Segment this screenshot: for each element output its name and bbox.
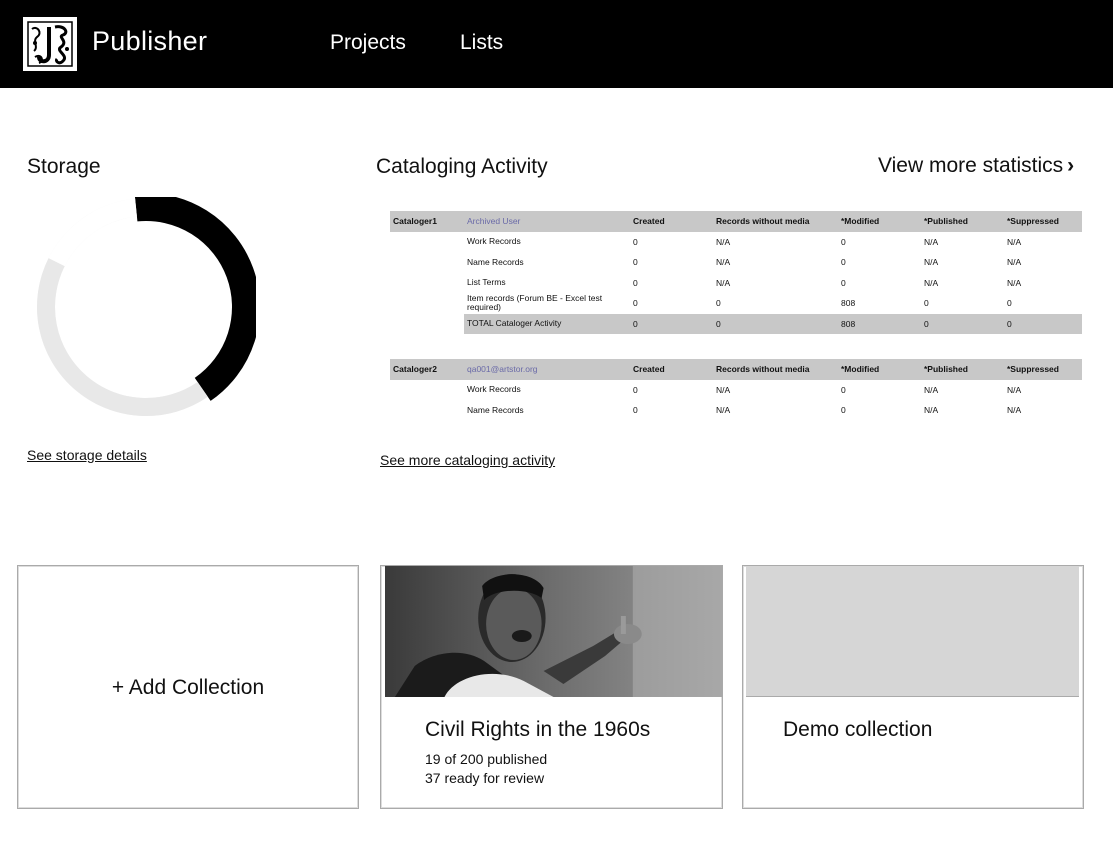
cataloger2-activity-table: Cataloger2 qa001@artstor.org Created Rec… (390, 359, 1082, 421)
table-cell: N/A (1007, 277, 1022, 288)
table-cell: 0 (633, 236, 638, 247)
table-row: Item records (Forum BE - Excel test requ… (390, 293, 1082, 314)
table-cell: 0 (1004, 313, 1082, 334)
table-cell: N/A (716, 277, 731, 288)
see-storage-details-link[interactable]: See storage details (27, 447, 147, 463)
table-cell: N/A (716, 405, 731, 416)
collection-card-demo[interactable]: Demo collection (742, 565, 1084, 809)
table-cell: N/A (716, 236, 731, 247)
collection-cover-image (385, 566, 722, 697)
row-label: Name Records (467, 404, 524, 415)
col-header: *Suppressed (1004, 359, 1082, 380)
view-more-statistics-link[interactable]: View more statistics › (878, 154, 1074, 178)
table-cell: 0 (633, 277, 638, 288)
table-cell: N/A (924, 277, 939, 288)
table-cell: 0 (1007, 298, 1012, 309)
collection-cover-placeholder (746, 566, 1079, 697)
col-header: Created (630, 359, 713, 380)
cataloger-name: Cataloger1 (390, 211, 464, 232)
collection-card-civil-rights[interactable]: Civil Rights in the 1960s 19 of 200 publ… (380, 565, 723, 809)
donut-segment-0 (134, 197, 256, 401)
donut-segment-2 (48, 198, 138, 267)
table-cell: 0 (841, 384, 846, 395)
row-label: List Terms (467, 277, 506, 288)
table-cell: 0 (841, 257, 846, 268)
table-cell: 0 (633, 405, 638, 416)
table-cell: 0 (630, 313, 713, 334)
col-header: *Modified (838, 359, 921, 380)
table-cell: N/A (1007, 384, 1022, 395)
collection-title: Civil Rights in the 1960s (425, 718, 651, 741)
jstor-logo-icon[interactable] (23, 17, 77, 71)
table-cell: N/A (924, 236, 939, 247)
row-label: Work Records (467, 384, 521, 395)
table-cell: N/A (924, 257, 939, 268)
col-header: Records without media (713, 211, 838, 232)
nav-projects[interactable]: Projects (330, 31, 406, 55)
donut-segment-1 (37, 258, 208, 416)
cataloger-user-link[interactable]: qa001@artstor.org (464, 359, 630, 380)
collection-published-count: 19 of 200 published (425, 751, 548, 767)
table-cell: 0 (713, 313, 838, 334)
col-header: Records without media (713, 359, 838, 380)
table-cell: 0 (633, 257, 638, 268)
table-cell: N/A (1007, 236, 1022, 247)
table-cell: N/A (924, 384, 939, 395)
table-cell: 808 (838, 313, 921, 334)
cataloging-activity-heading: Cataloging Activity (376, 155, 548, 178)
table-row: Name Records 0 N/A 0 N/A N/A (390, 400, 1082, 421)
see-more-cataloging-activity-link[interactable]: See more cataloging activity (380, 452, 555, 468)
col-header: *Suppressed (1004, 211, 1082, 232)
cataloger-user-link[interactable]: Archived User (464, 211, 630, 232)
table-row: Name Records 0 N/A 0 N/A N/A (390, 252, 1082, 273)
table-cell: 0 (716, 298, 721, 309)
view-more-label: View more statistics (878, 154, 1064, 177)
row-label: Name Records (467, 256, 524, 267)
col-header: *Modified (838, 211, 921, 232)
table-row: Work Records 0 N/A 0 N/A N/A (390, 380, 1082, 401)
cataloger-name: Cataloger2 (390, 359, 464, 380)
row-label: Item records (Forum BE - Excel test requ… (467, 293, 603, 313)
brand-title[interactable]: Publisher (92, 26, 207, 57)
table-cell: 0 (633, 298, 638, 309)
add-collection-card[interactable]: + Add Collection (17, 565, 359, 809)
chevron-right-icon: › (1067, 154, 1075, 177)
col-header: *Published (921, 359, 1004, 380)
table-cell: N/A (924, 405, 939, 416)
add-collection-label: + Add Collection (111, 676, 265, 699)
table-cell: N/A (1007, 405, 1022, 416)
nav-lists[interactable]: Lists (460, 31, 503, 55)
row-label: TOTAL Cataloger Activity (464, 313, 630, 334)
table-cell: 0 (841, 277, 846, 288)
storage-heading: Storage (27, 155, 101, 178)
table-cell: 0 (921, 313, 1004, 334)
table-row: List Terms 0 N/A 0 N/A N/A (390, 273, 1082, 294)
collection-review-count: 37 ready for review (425, 770, 545, 786)
total-row: TOTAL Cataloger Activity 0 0 808 0 0 (390, 313, 1082, 334)
table-cell: 0 (841, 236, 846, 247)
collection-title: Demo collection (783, 718, 933, 741)
col-header: Created (630, 211, 713, 232)
table-cell: 0 (924, 298, 929, 309)
top-navigation-bar: Publisher Projects Lists (0, 0, 1113, 88)
table-header-row: Cataloger1 Archived User Created Records… (390, 211, 1082, 232)
table-cell: N/A (716, 384, 731, 395)
table-row: Work Records 0 N/A 0 N/A N/A (390, 232, 1082, 253)
table-cell: 0 (841, 405, 846, 416)
table-cell: 0 (633, 384, 638, 395)
row-label: Work Records (467, 236, 521, 247)
col-header: *Published (921, 211, 1004, 232)
cataloger1-activity-table: Cataloger1 Archived User Created Records… (390, 211, 1082, 334)
storage-donut-chart (37, 197, 256, 416)
table-cell: 808 (841, 298, 856, 309)
table-cell: N/A (1007, 257, 1022, 268)
table-cell: N/A (716, 257, 731, 268)
table-header-row: Cataloger2 qa001@artstor.org Created Rec… (390, 359, 1082, 380)
